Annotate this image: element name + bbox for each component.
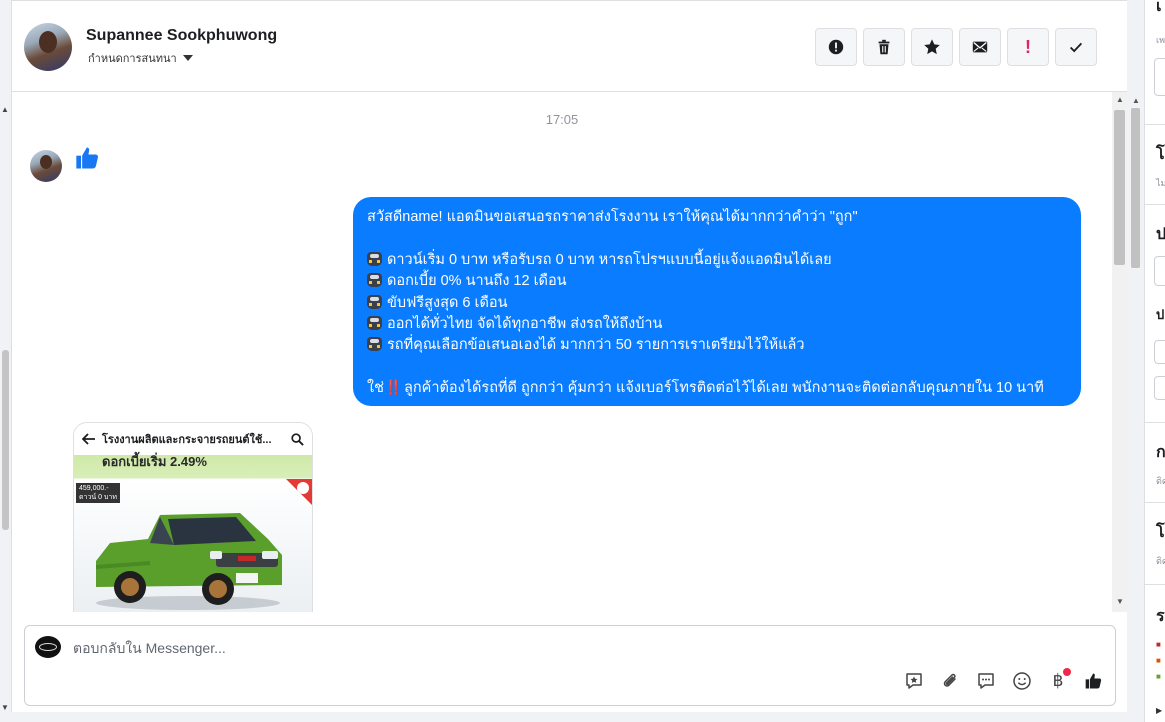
emoji-button[interactable] (1011, 670, 1033, 692)
car-emoji-icon (367, 337, 382, 352)
panel-heading: ก (1156, 444, 1165, 461)
page-avatar (35, 636, 61, 658)
conversation-settings-label: กำหนดการสนทนา (88, 53, 177, 65)
message-greeting: สวัสดีname! แอดมินขอเสนอรถราคาส่งโรงงาน … (367, 209, 858, 225)
attach-button[interactable] (939, 670, 961, 692)
double-exclamation-icon: ‼️ (384, 380, 403, 397)
panel-input[interactable] (1154, 256, 1165, 286)
car-promo-image: ดอกเบี้ยเริ่ม 2.49% 459,000.- ดาวน์ 0 บา… (74, 454, 312, 612)
card-rate-text: ดอกเบี้ยเริ่ม 2.49% (102, 454, 207, 469)
emoji-icon (1013, 672, 1031, 690)
panel-subtext: ติด (1156, 476, 1165, 486)
back-arrow-icon (82, 433, 95, 445)
message-bullet: รถที่คุณเลือกข้อเสนอเองได้ มากกว่า 50 รา… (367, 335, 1067, 356)
message-bullet: ดาวน์เริ่ม 0 บาท หรือรับรถ 0 บาท หารถโปร… (367, 250, 1067, 271)
scroll-up-arrow-icon[interactable]: ▲ (1, 105, 9, 114)
left-scrollbar[interactable]: ▲ ▼ (0, 0, 12, 722)
messenger-inbox: ▲ ▼ Supannee Sookphuwong กำหนดการสนทนา !… (0, 0, 1165, 722)
panel-scrollbar[interactable]: ▲ (1127, 0, 1144, 722)
message-bullet: ออกได้ทั่วไทย จัดได้ทุกอาชีพ ส่งรถให้ถึง… (367, 314, 1067, 335)
message-timestamp: 17:05 (545, 112, 579, 127)
follow-up-button[interactable]: ! (1007, 28, 1049, 66)
envelope-icon (972, 41, 988, 53)
exclamation-icon: ! (1025, 37, 1031, 57)
panel-heading: ป (1156, 222, 1165, 247)
saved-reply-button[interactable] (903, 670, 925, 692)
contact-info-panel: ▲ เ เพ โ ไม ป ป ก ติด โ ติด ร ■ ■ ■ (1127, 0, 1165, 722)
panel-note-icon: ▶ (1156, 706, 1163, 715)
car-emoji-icon (367, 251, 382, 266)
panel-note-icon: ■ (1156, 672, 1161, 681)
search-icon (291, 432, 304, 446)
mark-unread-button[interactable] (959, 28, 1001, 66)
panel-heading: ร (1156, 608, 1165, 625)
panel-subtext: เพ (1156, 35, 1165, 45)
thread-scrollbar-thumb[interactable] (1114, 110, 1125, 265)
star-button[interactable] (911, 28, 953, 66)
panel-subtext: ไม (1156, 178, 1165, 188)
conversation-actions: ! (815, 28, 1097, 66)
car-emoji-icon (367, 294, 382, 309)
thumbs-up-icon (1085, 673, 1102, 689)
pickup-truck-image (96, 513, 282, 610)
conversation-settings-dropdown[interactable]: กำหนดการสนทนา (88, 49, 193, 67)
conversation-header: Supannee Sookphuwong กำหนดการสนทนา ! (12, 0, 1127, 92)
saved-reply-icon (906, 673, 922, 689)
thumbs-up-icon[interactable] (74, 144, 102, 172)
card-title: โรงงานผลิตและกระจายรถยนต์ใช้... (102, 434, 272, 446)
send-like-button[interactable] (1083, 670, 1105, 692)
shared-page-card[interactable]: โรงงานผลิตและกระจายรถยนต์ใช้... ดอกเบี้ย… (73, 422, 313, 612)
message-bullet: ขับฟรีสูงสุด 6 เดือน (367, 293, 1067, 314)
outgoing-message-bubble[interactable]: สวัสดีname! แอดมินขอเสนอรถราคาส่งโรงงาน … (353, 197, 1081, 406)
contact-name[interactable]: Supannee Sookphuwong (86, 27, 277, 45)
caret-down-icon (182, 55, 193, 61)
message-thread[interactable]: 17:05 สวัสดีname! แอดมินขอเสนอรถราคาส่งโ… (12, 92, 1127, 612)
panel-content: เ เพ โ ไม ป ป ก ติด โ ติด ร ■ ■ ■ ▶ (1144, 0, 1165, 722)
star-icon (924, 39, 940, 55)
message-closing: ใช่‼️ลูกค้าต้องได้รถที่ดี ถูกกว่า คุ้มกว… (367, 380, 1044, 397)
thread-scrollbar[interactable]: ▲ ▼ (1112, 92, 1127, 612)
panel-note-icon: ■ (1156, 656, 1161, 665)
checkmark-icon (1069, 42, 1083, 53)
alert-circle-icon (828, 39, 844, 55)
reply-input[interactable] (73, 638, 873, 658)
contact-avatar[interactable] (24, 23, 72, 71)
sender-avatar[interactable] (30, 150, 62, 182)
scroll-down-arrow-icon[interactable]: ▼ (1116, 597, 1124, 606)
delete-button[interactable] (863, 28, 905, 66)
scroll-down-arrow-icon[interactable]: ▼ (1, 703, 9, 712)
composer-tools: ฿ (903, 668, 1105, 692)
panel-heading: เ (1156, 0, 1162, 15)
notification-dot (1063, 668, 1071, 676)
car-emoji-icon (367, 315, 382, 330)
panel-note-icon: ■ (1156, 640, 1161, 649)
panel-heading: โ (1156, 524, 1165, 541)
panel-scrollbar-thumb[interactable] (1131, 108, 1140, 268)
bottom-bar (0, 712, 1127, 722)
panel-input[interactable] (1154, 376, 1165, 400)
scroll-up-arrow-icon[interactable]: ▲ (1116, 95, 1124, 104)
message-template-button[interactable] (975, 670, 997, 692)
scroll-up-arrow-icon[interactable]: ▲ (1132, 96, 1140, 105)
message-icon (978, 673, 994, 689)
attachment-icon (943, 673, 956, 687)
payment-button[interactable]: ฿ (1047, 668, 1071, 692)
left-scrollbar-thumb[interactable] (2, 350, 9, 530)
panel-subtext: ป (1156, 307, 1165, 322)
panel-input[interactable] (1154, 58, 1165, 96)
mark-done-button[interactable] (1055, 28, 1097, 66)
card-price-tag: 459,000.- ดาวน์ 0 บาท (76, 483, 120, 503)
panel-input[interactable] (1154, 340, 1165, 364)
panel-heading: โ (1156, 146, 1165, 163)
dealer-badge (286, 479, 312, 505)
car-emoji-icon (367, 273, 382, 288)
reply-composer: ฿ (24, 625, 1116, 706)
trash-icon (878, 39, 890, 55)
payment-icon: ฿ (1052, 671, 1064, 690)
mark-spam-button[interactable] (815, 28, 857, 66)
panel-subtext: ติด (1156, 556, 1165, 566)
message-bullet: ดอกเบี้ย 0% นานถึง 12 เดือน (367, 271, 1067, 292)
